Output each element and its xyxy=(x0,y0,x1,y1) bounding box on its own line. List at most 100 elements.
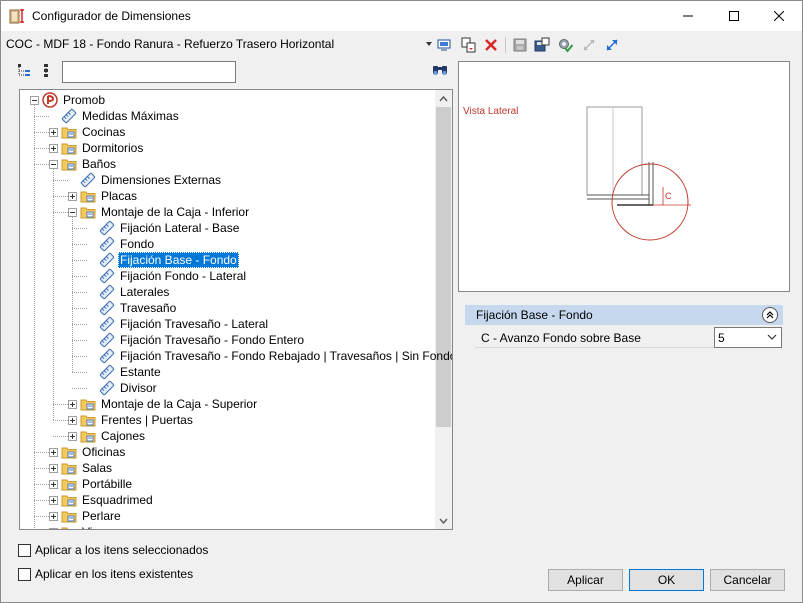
expand-node-icon[interactable] xyxy=(49,480,58,489)
folder-icon xyxy=(80,399,96,411)
expand-icon[interactable] xyxy=(603,36,621,54)
save-as-icon[interactable] xyxy=(533,36,551,54)
folder-icon xyxy=(80,191,96,203)
configuration-select[interactable]: COC - MDF 18 - Fondo Ranura - Refuerzo T… xyxy=(6,37,432,55)
expand-node-icon[interactable] xyxy=(49,128,58,137)
tree-connector xyxy=(72,372,87,373)
tree-item[interactable]: Fijación Fondo - Lateral xyxy=(20,268,435,284)
folder-icon xyxy=(61,495,77,507)
tree-item[interactable]: Perlare xyxy=(20,508,435,524)
tree-item[interactable]: Fijación Travesaño - Lateral xyxy=(20,316,435,332)
tree-item[interactable]: Montaje de la Caja - Superior xyxy=(20,396,435,412)
expand-node-icon[interactable] xyxy=(49,512,58,521)
tree-item[interactable]: Esquadrimed xyxy=(20,492,435,508)
collapse-group-icon[interactable] xyxy=(762,307,778,323)
expand-node-icon[interactable] xyxy=(49,448,58,457)
tree-item[interactable]: Laterales xyxy=(20,284,435,300)
expand-node-icon[interactable] xyxy=(68,400,77,409)
maximize-button[interactable] xyxy=(711,1,757,31)
collapse-node-icon[interactable] xyxy=(68,208,77,217)
tree-item[interactable]: Vi... xyxy=(20,524,435,529)
ok-button[interactable]: OK xyxy=(629,569,704,591)
tree-item-label: Montaje de la Caja - Superior xyxy=(101,397,258,411)
tree-search-input[interactable] xyxy=(62,61,236,83)
tree-connector xyxy=(72,356,87,357)
minimize-button[interactable] xyxy=(665,1,711,31)
tree-root[interactable]: Promob xyxy=(20,92,435,108)
tree-item[interactable]: Fijación Lateral - Base xyxy=(20,220,435,236)
expand-node-icon[interactable] xyxy=(68,416,77,425)
tree-connector xyxy=(34,484,49,485)
save-icon[interactable] xyxy=(511,36,529,54)
tree-connector xyxy=(34,116,49,117)
side-view-drawing: C xyxy=(586,106,691,241)
expand-node-icon[interactable] xyxy=(49,144,58,153)
tree-toolbar xyxy=(1,59,456,87)
tree-item[interactable]: Dimensiones Externas xyxy=(20,172,435,188)
collapse-node-icon[interactable] xyxy=(30,96,39,105)
dimension-rule-icon xyxy=(99,364,115,380)
expand-node-icon[interactable] xyxy=(49,464,58,473)
collapse-icon[interactable] xyxy=(580,36,598,54)
tree-item[interactable]: Frentes | Puertas xyxy=(20,412,435,428)
tree-item[interactable]: Oficinas xyxy=(20,444,435,460)
folder-icon xyxy=(61,527,77,529)
close-button[interactable] xyxy=(756,1,802,31)
collapse-node-icon[interactable] xyxy=(49,160,58,169)
property-group-title: Fijación Base - Fondo xyxy=(476,308,593,322)
settings-check-icon[interactable] xyxy=(556,36,574,54)
tree-expand-icon[interactable] xyxy=(15,61,33,79)
apply-existing-label: Aplicar en los itens existentes xyxy=(35,567,194,581)
tree-connector xyxy=(53,404,68,405)
scroll-thumb[interactable] xyxy=(436,107,451,427)
copy-icon[interactable] xyxy=(459,36,477,54)
tree-scrollbar[interactable] xyxy=(435,90,452,529)
tree-item-label: Dimensiones Externas xyxy=(101,173,222,187)
tree-item[interactable]: Portábille xyxy=(20,476,435,492)
tree-item[interactable]: Fijación Base - Fondo xyxy=(20,252,435,268)
binoculars-icon[interactable] xyxy=(431,61,449,79)
tree-item[interactable]: Dormitorios xyxy=(20,140,435,156)
apply-existing-checkbox[interactable] xyxy=(18,568,31,581)
apply-selected-checkbox[interactable] xyxy=(18,544,31,557)
tree-collapse-icon[interactable] xyxy=(39,61,57,79)
configuration-select-value: COC - MDF 18 - Fondo Ranura - Refuerzo T… xyxy=(6,37,335,51)
tree-item[interactable]: Baños xyxy=(20,156,435,172)
scroll-down-button[interactable] xyxy=(435,512,452,529)
tree-item[interactable]: Fijación Travesaño - Fondo Entero xyxy=(20,332,435,348)
tree-item[interactable]: Fijación Travesaño - Fondo Rebajado | Tr… xyxy=(20,348,452,364)
property-value-select[interactable]: 5 xyxy=(714,327,782,348)
title-bar: Configurador de Dimensiones xyxy=(1,1,802,31)
tree-item[interactable]: Placas xyxy=(20,188,435,204)
tree-item-label: Medidas Máximas xyxy=(82,109,179,123)
tree-item[interactable]: Salas xyxy=(20,460,435,476)
expand-node-icon[interactable] xyxy=(49,496,58,505)
tree-item[interactable]: Fondo xyxy=(20,236,435,252)
tree-item-label: Dormitorios xyxy=(82,141,144,155)
tree-item-label: Baños xyxy=(82,157,117,171)
apply-button[interactable]: Aplicar xyxy=(548,569,623,591)
property-group-header[interactable]: Fijación Base - Fondo xyxy=(465,305,783,325)
expand-node-icon[interactable] xyxy=(49,528,58,529)
expand-node-icon[interactable] xyxy=(68,432,77,441)
tree-item[interactable]: Montaje de la Caja - Inferior xyxy=(20,204,435,220)
toolbar: COC - MDF 18 - Fondo Ranura - Refuerzo T… xyxy=(1,32,802,58)
tree-item[interactable]: Cocinas xyxy=(20,124,435,140)
cancel-button[interactable]: Cancelar xyxy=(710,569,785,591)
tree-view[interactable]: Promob Medidas Máximas Cocinas Dormitorios B… xyxy=(19,89,453,530)
expand-node-icon[interactable] xyxy=(68,192,77,201)
property-name: C - Avanzo Fondo sobre Base xyxy=(481,331,641,345)
monitor-icon[interactable] xyxy=(435,36,453,54)
tree-connector xyxy=(34,468,49,469)
tree-item-label: Fijación Travesaño - Fondo Entero xyxy=(120,333,305,347)
chevron-down-icon xyxy=(439,518,448,524)
dimension-rule-icon xyxy=(80,172,96,188)
delete-icon[interactable] xyxy=(482,36,500,54)
tree-item[interactable]: Medidas Máximas xyxy=(20,108,435,124)
scroll-up-button[interactable] xyxy=(435,90,452,107)
tree-item[interactable]: Estante xyxy=(20,364,435,380)
tree-item[interactable]: Cajones xyxy=(20,428,435,444)
tree-item[interactable]: Divisor xyxy=(20,380,435,396)
dimension-rule-icon xyxy=(99,316,115,332)
tree-item[interactable]: Travesaño xyxy=(20,300,435,316)
